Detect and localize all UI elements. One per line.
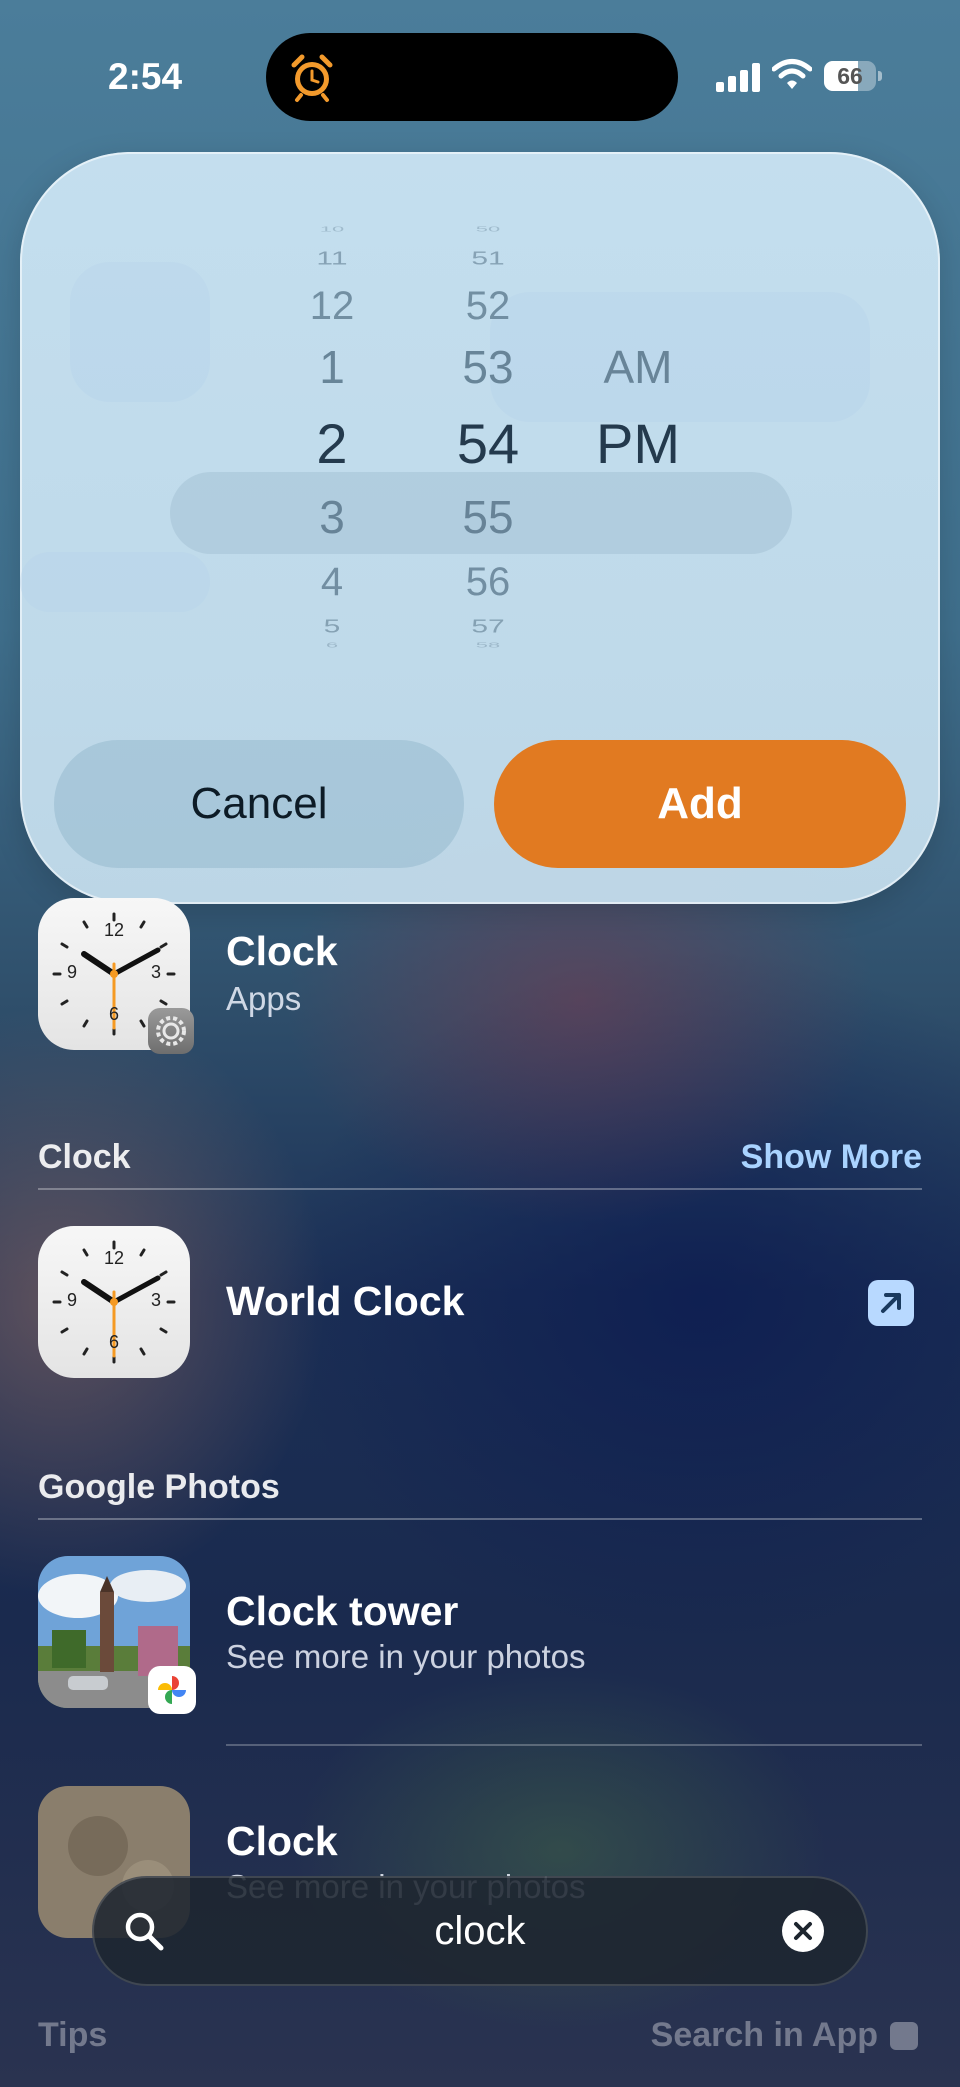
wifi-icon — [772, 59, 812, 89]
world-clock-icon: 12 3 6 9 — [38, 1226, 190, 1378]
app-subtitle: Apps — [226, 980, 302, 1017]
hour-option[interactable]: 3 — [252, 494, 412, 540]
search-query[interactable]: clock — [92, 1876, 868, 1986]
minute-option[interactable]: 57 — [408, 618, 568, 636]
google-photos-icon — [148, 1666, 196, 1714]
minute-option[interactable]: 56 — [408, 562, 568, 602]
dynamic-island[interactable] — [266, 33, 678, 121]
hour-option[interactable]: 5 — [252, 618, 412, 636]
clock-section-header: Clock Show More — [38, 1130, 922, 1190]
tips-section-title: Tips — [38, 2016, 108, 2054]
photo-result-subtitle: See more in your photos — [226, 1638, 586, 1675]
hour-selected[interactable]: 2 — [252, 416, 412, 472]
minute-option[interactable]: 51 — [408, 250, 568, 268]
hour-option[interactable]: 11 — [252, 250, 412, 268]
world-clock-title: World Clock — [226, 1278, 465, 1324]
clock-face-label: 3 — [150, 1290, 161, 1310]
clock-app-icon[interactable]: 12 3 6 9 — [38, 898, 194, 1054]
cellular-signal-icon — [716, 62, 762, 92]
hour-wheel[interactable]: 10 11 12 1 2 3 4 5 6 — [252, 222, 412, 812]
clock-face-label: 9 — [66, 1290, 77, 1310]
minute-option[interactable]: 58 — [408, 641, 568, 649]
world-clock-row[interactable]: 12 3 6 9 World Clock — [0, 1226, 960, 1386]
tips-row: Tips Search in App — [38, 2016, 922, 2066]
minute-wheel[interactable]: 50 51 52 53 54 55 56 57 58 — [408, 222, 568, 812]
minute-option[interactable]: 52 — [408, 286, 568, 326]
hour-option[interactable]: 10 — [252, 225, 412, 233]
clock-face-label: 6 — [108, 1332, 119, 1352]
minute-option[interactable]: 53 — [408, 344, 568, 390]
open-arrow-icon[interactable] — [868, 1280, 914, 1326]
am-option[interactable]: AM — [558, 344, 718, 390]
pm-selected[interactable]: PM — [558, 416, 718, 472]
app-title: Clock — [226, 928, 338, 974]
photo-result-clock-tower[interactable]: Clock tower See more in your photos — [0, 1556, 960, 1716]
alarm-clock-icon — [291, 54, 333, 102]
photo-result-title: Clock — [226, 1818, 338, 1864]
settings-gear-icon — [148, 1008, 194, 1054]
search-in-app-link[interactable]: Search in App — [651, 2016, 878, 2055]
app-result-clock[interactable]: 12 3 6 9 Clock Apps — [0, 898, 960, 1058]
minute-option[interactable]: 50 — [408, 225, 568, 233]
time-wheel-picker[interactable]: 10 11 12 1 2 3 4 5 6 50 51 52 53 54 55 5… — [20, 222, 940, 812]
clock-face-label: 3 — [150, 962, 161, 982]
cancel-button[interactable]: Cancel — [54, 740, 464, 868]
clock-face-label: 12 — [103, 1248, 125, 1268]
clock-face-label: 12 — [103, 920, 125, 940]
show-more-link[interactable]: Show More — [741, 1138, 922, 1177]
clock-face-label: 9 — [66, 962, 77, 982]
battery-percent: 66 — [837, 63, 863, 89]
search-bar[interactable]: clock — [92, 1876, 868, 1986]
section-title: Clock — [38, 1138, 131, 1176]
status-time: 2:54 — [108, 56, 183, 97]
battery-icon: 66 — [824, 61, 882, 91]
clock-face-label: 6 — [108, 1004, 119, 1024]
minute-option[interactable]: 55 — [408, 494, 568, 540]
ampm-wheel[interactable]: AM PM — [558, 222, 718, 812]
hour-option[interactable]: 6 — [252, 641, 412, 649]
status-bar: 2:54 66 — [0, 0, 960, 150]
divider — [226, 1744, 922, 1746]
hour-option[interactable]: 12 — [252, 286, 412, 326]
hour-option[interactable]: 4 — [252, 562, 412, 602]
minute-selected[interactable]: 54 — [408, 416, 568, 472]
hour-option[interactable]: 1 — [252, 344, 412, 390]
section-title: Google Photos — [38, 1468, 280, 1506]
clear-search-icon[interactable] — [782, 1910, 824, 1952]
alarm-time-picker-card: 10 11 12 1 2 3 4 5 6 50 51 52 53 54 55 5… — [20, 152, 940, 904]
open-in-app-icon[interactable] — [890, 2022, 918, 2050]
photo-result-title: Clock tower — [226, 1588, 459, 1634]
google-photos-section-header: Google Photos — [38, 1460, 922, 1520]
add-button[interactable]: Add — [494, 740, 906, 868]
